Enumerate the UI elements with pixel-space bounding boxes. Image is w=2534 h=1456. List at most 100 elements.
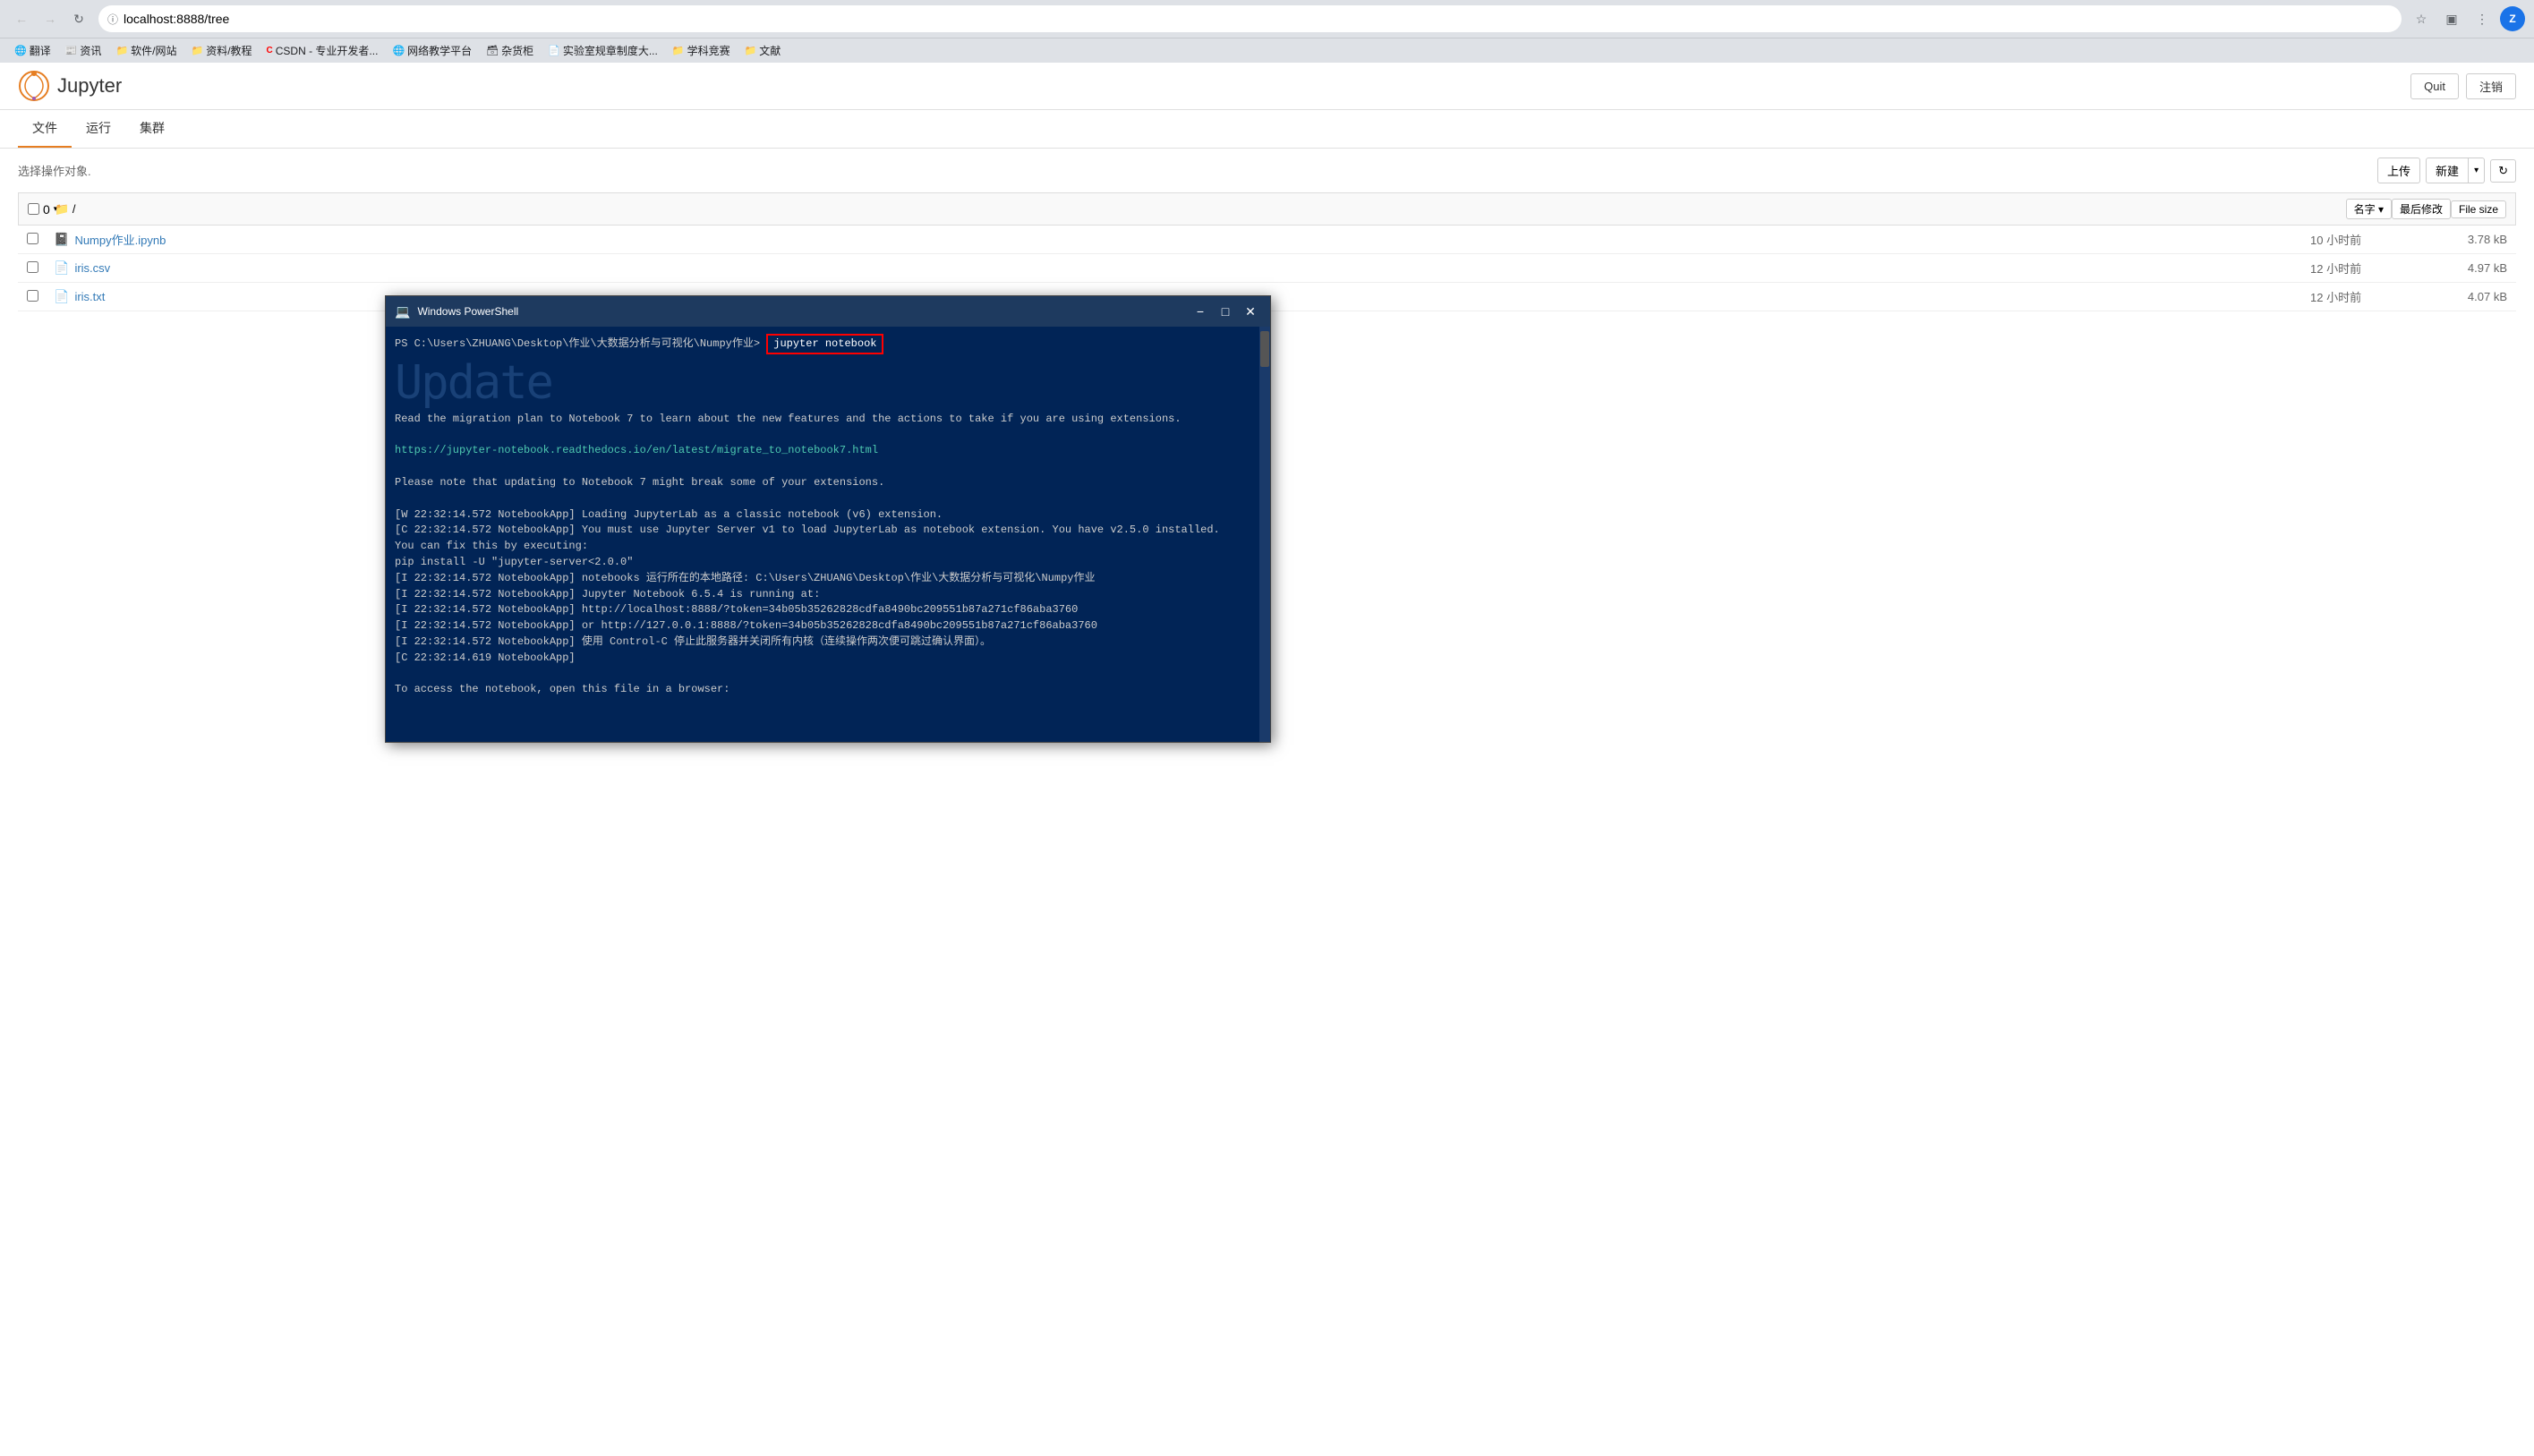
select-label: 选择操作对象. [18,162,91,179]
bookmark-button[interactable]: ☆ [2409,6,2434,31]
checkbox-numpy[interactable] [27,233,38,244]
bookmark-news[interactable]: 📰 资讯 [60,41,107,60]
forward-button[interactable]: → [38,6,63,31]
folder-icon-2: 📁 [191,45,203,56]
ps-line-warning: Please note that updating to Notebook 7 … [395,475,1250,490]
ps-line-migration: Read the migration plan to Notebook 7 to… [395,412,1250,427]
bookmark-csdn[interactable]: C CSDN - 专业开发者... [261,41,384,60]
breadcrumb-text: / [73,202,76,216]
sort-size-button[interactable]: File size [2451,200,2506,218]
refresh-files-button[interactable]: ↻ [2490,159,2516,183]
jupyter-logo-text: Jupyter [57,74,122,98]
address-bar[interactable]: ⓘ localhost:8888/tree [98,5,2402,32]
file-size-iris-csv: 4.97 kB [2418,261,2507,275]
bookmark-competition-label: 学科竞赛 [687,43,730,58]
bookmark-misc[interactable]: 🗃 杂货柜 [481,41,539,60]
new-button[interactable]: 新建 [2426,158,2469,183]
elearning-icon: 🌐 [392,45,405,56]
bookmark-elearning[interactable]: 🌐 网络教学平台 [387,41,477,60]
literature-icon: 📁 [745,45,757,56]
tab-running[interactable]: 运行 [72,110,125,148]
new-button-group: 新建 ▾ [2426,158,2485,183]
new-button-dropdown[interactable]: ▾ [2469,158,2485,183]
file-checkbox-2 [27,290,54,304]
logout-button[interactable]: 注销 [2466,73,2516,99]
bookmark-translate-label: 翻译 [30,43,51,58]
file-link-numpy[interactable]: Numpy作业.ipynb [74,231,166,248]
folder-icon-1: 📁 [115,45,128,56]
ps-prompt-text: PS C:\Users\ZHUANG\Desktop\作业\大数据分析与可视化\… [395,337,760,350]
jupyter-tabs: 文件 运行 集群 [0,110,2534,149]
powershell-icon: 💻 [395,304,410,319]
bookmark-resources[interactable]: 📁 资料/教程 [185,41,257,60]
browser-actions: ☆ ▣ ⋮ Z [2409,6,2525,31]
tab-clusters[interactable]: 集群 [125,110,179,148]
ps-update-art: Update [395,360,1250,406]
extensions-button[interactable]: ▣ [2439,6,2464,31]
tab-files[interactable]: 文件 [18,110,72,148]
file-link-iris-txt[interactable]: iris.txt [74,290,105,303]
bookmark-misc-label: 杂货柜 [501,43,533,58]
file-link-iris-csv[interactable]: iris.csv [74,261,110,275]
browser-chrome: ← → ↻ ⓘ localhost:8888/tree ☆ ▣ ⋮ Z 🌐 翻译… [0,0,2534,63]
txt-icon: 📄 [54,289,69,304]
lab-icon: 📄 [548,45,560,56]
upload-button[interactable]: 上传 [2377,158,2420,183]
browser-toolbar: ← → ↻ ⓘ localhost:8888/tree ☆ ▣ ⋮ Z [0,0,2534,38]
ps-line-c1: [C 22:32:14.572 NotebookApp] You must us… [395,523,1250,538]
file-modified-iris-txt: 12 小时前 [2310,288,2418,305]
ps-line-token2: [I 22:32:14.572 NotebookApp] or http://1… [395,618,1250,634]
sort-name-button[interactable]: 名字 ▾ [2346,199,2392,219]
file-browser-actions: 上传 新建 ▾ ↻ [2377,158,2516,183]
jupyter-header: Jupyter Quit 注销 [0,63,2534,110]
ps-minimize-button[interactable]: − [1190,302,1211,321]
checkbox-iris-csv[interactable] [27,261,38,273]
ps-line-w: [W 22:32:14.572 NotebookApp] Loading Jup… [395,507,1250,523]
bookmark-software[interactable]: 📁 软件/网站 [110,41,182,60]
bookmark-lab[interactable]: 📄 实验室规章制度大... [542,41,663,60]
address-text: localhost:8888/tree [124,12,229,26]
checkbox-iris-txt[interactable] [27,290,38,302]
menu-button[interactable]: ⋮ [2470,6,2495,31]
ps-line-access: To access the notebook, open this file i… [395,682,1250,697]
bookmark-literature[interactable]: 📁 文献 [739,41,787,60]
page-content: Jupyter Quit 注销 文件 运行 集群 选择操作对象. 上传 新建 ▾… [0,63,2534,1456]
file-size-numpy: 3.78 kB [2418,233,2507,246]
jupyter-header-actions: Quit 注销 [2410,73,2516,99]
bookmark-translate[interactable]: 🌐 翻译 [9,41,56,60]
profile-button[interactable]: Z [2500,6,2525,31]
file-modified-iris-csv: 12 小时前 [2310,260,2418,277]
ps-command-box: jupyter notebook [766,334,883,354]
file-size-iris-txt: 4.07 kB [2418,290,2507,303]
file-count: 0 [43,202,50,217]
ps-line-running: [I 22:32:14.572 NotebookApp] Jupyter Not… [395,587,1250,602]
back-button[interactable]: ← [9,6,34,31]
powershell-content[interactable]: PS C:\Users\ZHUANG\Desktop\作业\大数据分析与可视化\… [386,327,1259,742]
file-browser-header: 选择操作对象. 上传 新建 ▾ ↻ [18,158,2516,183]
ps-scrollbar[interactable] [1259,327,1270,742]
lock-icon: ⓘ [107,12,118,27]
nav-buttons: ← → ↻ [9,6,91,31]
bookmark-lab-label: 实验室规章制度大... [563,43,658,58]
bookmark-competition[interactable]: 📁 学科竞赛 [667,41,736,60]
refresh-button[interactable]: ↻ [66,6,91,31]
ps-line-token1: [I 22:32:14.572 NotebookApp] http://loca… [395,602,1250,617]
powershell-window-buttons: − □ ✕ [1190,302,1261,321]
bookmark-elearning-label: 网络教学平台 [407,43,472,58]
select-all-checkbox[interactable] [28,203,39,215]
file-row-0: 📓 Numpy作业.ipynb 10 小时前 3.78 kB [18,226,2516,254]
ps-line-c2: [C 22:32:14.619 NotebookApp] [395,651,1250,666]
ps-line-control-c: [I 22:32:14.572 NotebookApp] 使用 Control-… [395,634,1250,650]
bookmark-literature-label: 文献 [759,43,781,58]
news-icon: 📰 [65,45,78,56]
powershell-title: Windows PowerShell [417,305,1182,318]
file-table-header: 0 ▾ 📁 / 名字 ▾ 最后修改 File size [18,192,2516,226]
ps-maximize-button[interactable]: □ [1215,302,1236,321]
powershell-window: 💻 Windows PowerShell − □ ✕ PS C:\Users\Z… [385,295,1271,743]
file-checkbox-0 [27,233,54,247]
file-name-iris-csv: 📄 iris.csv [54,260,2310,276]
jupyter-logo: Jupyter [18,70,122,102]
ps-close-button[interactable]: ✕ [1240,302,1261,321]
sort-modified-button[interactable]: 最后修改 [2392,199,2451,219]
quit-button[interactable]: Quit [2410,73,2459,99]
